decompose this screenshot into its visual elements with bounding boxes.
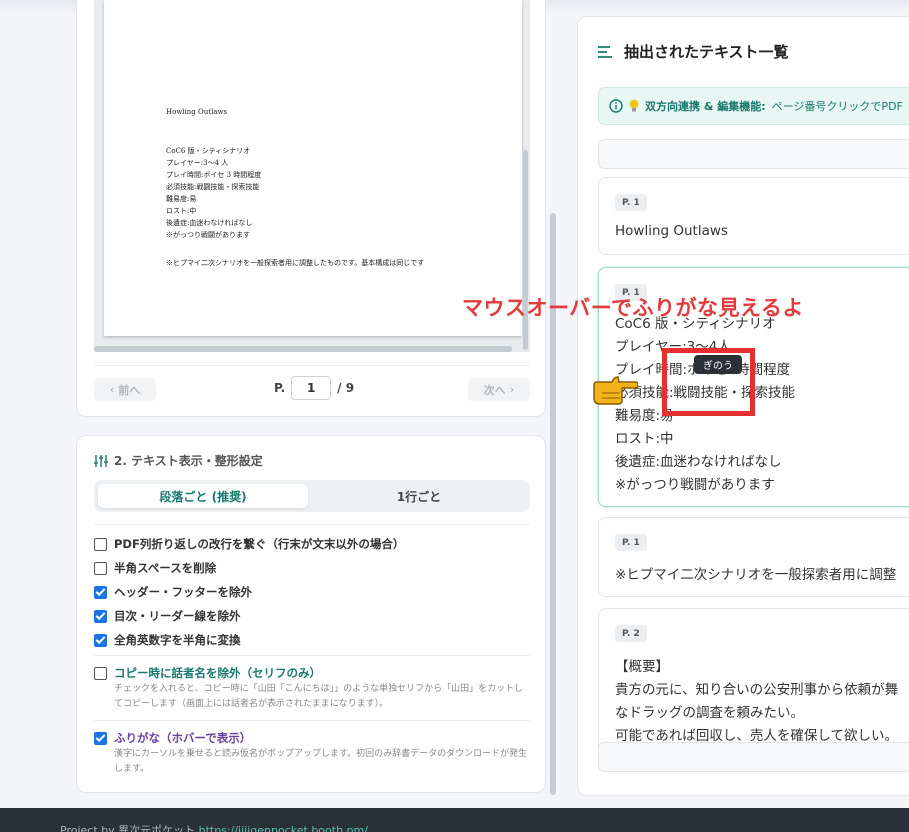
pdf-line: プレイ時間:ボイセ 3 時間程度 bbox=[166, 171, 262, 179]
pdf-horizontal-scrollbar[interactable] bbox=[94, 346, 512, 352]
option-exclude-speaker[interactable]: コピー時に話者名を除外（セリフのみ） bbox=[94, 665, 321, 681]
divider bbox=[94, 655, 530, 656]
option-furigana[interactable]: ふりがな（ホバーで表示） bbox=[94, 730, 251, 746]
settings-title: 2. テキスト表示・整形設定 bbox=[114, 454, 263, 468]
card-text-line: 可能であれば回収し、売人を確保して欲しい。 bbox=[615, 728, 898, 744]
checkbox-checked[interactable] bbox=[94, 731, 107, 745]
speaker-note: チェックを入れると、コピー時に「山田「こんにちは」」のような単独セリフから「山田… bbox=[114, 684, 524, 709]
search-bar[interactable] bbox=[598, 139, 909, 169]
info-banner: 双方向連携 & 編集機能: ページ番号クリックでPDF bbox=[598, 87, 909, 125]
pdf-line: 後遺症:血迷わなければなし bbox=[166, 219, 253, 227]
prev-page-button[interactable]: ‹ 前へ bbox=[94, 378, 156, 401]
furigana-tooltip: ぎのう bbox=[694, 355, 742, 374]
card-text-line: ※ヒプマイ二次シナリオを一般探索者用に調整 bbox=[615, 567, 897, 583]
lightbulb-icon bbox=[629, 99, 639, 112]
option-remove-spaces[interactable]: 半角スペースを削除 bbox=[94, 560, 216, 576]
page-badge[interactable]: P. 2 bbox=[615, 625, 647, 642]
checkbox[interactable] bbox=[94, 666, 107, 680]
checkbox-checked[interactable] bbox=[94, 585, 107, 599]
extracted-text-header: 抽出されたテキスト一覧 bbox=[598, 41, 789, 62]
option-exclude-header-footer[interactable]: ヘッダー・フッターを除外 bbox=[94, 584, 252, 600]
pdf-line: Howling Outlaws bbox=[166, 108, 228, 116]
option-exclude-toc[interactable]: 目次・リーダー線を除外 bbox=[94, 608, 241, 624]
chevron-left-icon: ‹ bbox=[109, 383, 115, 396]
pdf-line: ロスト:中 bbox=[166, 207, 197, 215]
checkbox[interactable] bbox=[94, 561, 107, 575]
page-badge[interactable]: P. 1 bbox=[615, 534, 647, 551]
pdf-preview-panel: Howling Outlaws CoC6 版・シティシナリオ プレイヤー:3～4… bbox=[76, 0, 546, 417]
pdf-line: ※がっつり戦闘があります bbox=[166, 231, 250, 239]
pdf-line: CoC6 版・シティシナリオ bbox=[166, 147, 251, 155]
pdf-line: 難易度:易 bbox=[166, 195, 197, 203]
card-text-line: Howling Outlaws bbox=[615, 223, 728, 239]
pdf-line: ※ヒプマイ二次シナリオを一般探索者用に調整したものです。基本構成は同じです bbox=[166, 259, 425, 267]
text-settings-panel: 2. テキスト表示・整形設定 段落ごと (推奨) 1行ごと PDF列折り返しの改… bbox=[76, 435, 546, 793]
pagination: ‹ 前へ P. / 9 次へ › bbox=[94, 365, 530, 403]
pdf-line: 必須技能:戦闘技能・探索技能 bbox=[166, 183, 260, 191]
pointing-hand-icon bbox=[593, 376, 638, 405]
checkbox-checked[interactable] bbox=[94, 633, 107, 647]
divider bbox=[94, 720, 530, 721]
annotation-caption: マウスオーバーでふりがな見えるよ bbox=[462, 296, 804, 320]
page-number-input[interactable] bbox=[291, 376, 332, 400]
card-text-line: 【概要】 bbox=[615, 659, 669, 675]
option-join-lines[interactable]: PDF列折り返しの改行を繋ぐ（行末が文末以外の場合） bbox=[94, 536, 404, 552]
card-text-line: 貴方の元に、知り合いの公安刑事から依頼が舞 bbox=[615, 682, 899, 698]
extracted-text-title: 抽出されたテキスト一覧 bbox=[624, 43, 789, 61]
chevron-right-icon: › bbox=[509, 383, 515, 396]
page-indicator: P. / 9 bbox=[274, 376, 354, 400]
list-icon bbox=[598, 45, 612, 58]
pdf-page: Howling Outlaws CoC6 版・シティシナリオ プレイヤー:3～4… bbox=[104, 0, 522, 336]
mode-paragraph-tab[interactable]: 段落ごと (推奨) bbox=[98, 484, 308, 508]
page-badge[interactable]: P. 1 bbox=[615, 194, 647, 211]
card-text-line: 後遺症:血迷わなければなし bbox=[615, 454, 782, 470]
card-text-line: なドラッグの調査を頼みたい。 bbox=[615, 705, 804, 721]
next-page-button[interactable]: 次へ › bbox=[468, 378, 530, 401]
footer-link[interactable]: https://jijigenpocket.booth.pm/ bbox=[199, 824, 368, 832]
mode-segmented-control: 段落ごと (推奨) 1行ごと bbox=[94, 480, 530, 512]
pdf-line: プレイヤー:3～4 人 bbox=[166, 159, 229, 167]
footer-text: Project by 異次元ポケット https://jijigenpocket… bbox=[60, 822, 368, 832]
footer: Project by 異次元ポケット https://jijigenpocket… bbox=[0, 808, 909, 832]
checkbox[interactable] bbox=[94, 537, 107, 551]
mode-line-tab[interactable]: 1行ごと bbox=[312, 484, 526, 508]
info-icon bbox=[609, 99, 623, 113]
settings-header: 2. テキスト表示・整形設定 bbox=[94, 452, 263, 469]
divider bbox=[94, 524, 530, 525]
text-card[interactable]: P. 2 【概要】 貴方の元に、知り合いの公安刑事から依頼が舞 なドラッグの調査… bbox=[598, 608, 909, 758]
bottom-input-bar[interactable] bbox=[598, 742, 909, 772]
text-card[interactable]: P. 1 Howling Outlaws bbox=[598, 177, 909, 255]
card-text-line: ※がっつり戦闘があります bbox=[615, 477, 775, 493]
text-card[interactable]: P. 1 ※ヒプマイ二次シナリオを一般探索者用に調整 bbox=[598, 517, 909, 597]
sliders-icon bbox=[94, 454, 108, 467]
checkbox-checked[interactable] bbox=[94, 609, 107, 623]
furigana-note: 漢字にカーソルを乗せると読み仮名がポップアップします。初回のみ辞書データのダウン… bbox=[114, 749, 528, 774]
card-text-line: ロスト:中 bbox=[615, 431, 674, 447]
option-fullwidth-to-halfwidth[interactable]: 全角英数字を半角に変換 bbox=[94, 632, 241, 648]
